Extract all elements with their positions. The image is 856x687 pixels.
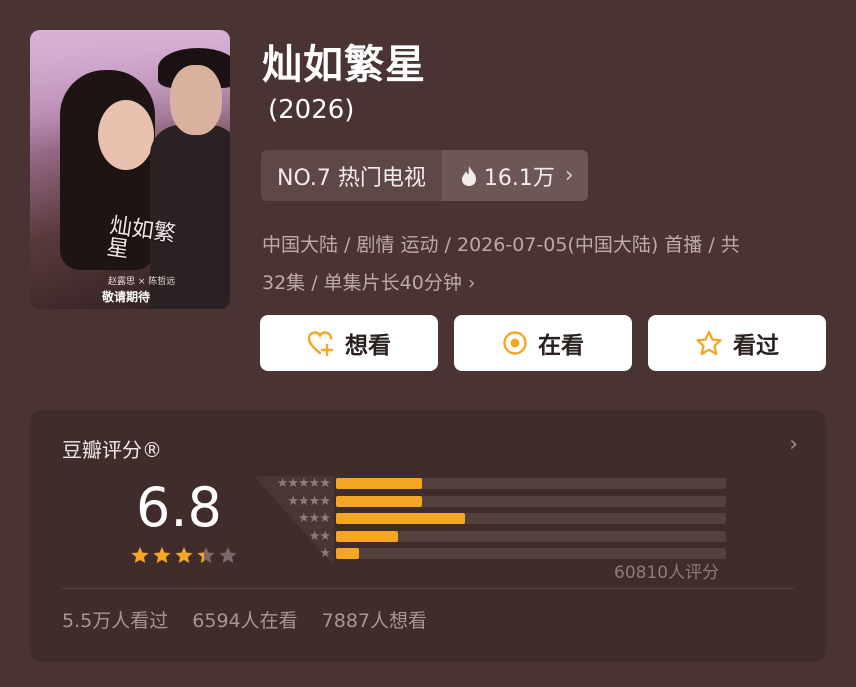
distribution-bar xyxy=(336,478,422,489)
metadata-line-1: 中国大陆 / 剧情 运动 / 2026-07-05(中国大陆) 首播 / 共 xyxy=(262,234,740,256)
ranking-pill[interactable]: NO.7 热门电视 16.1万 › xyxy=(261,150,588,201)
want-to-watch-label: 想看 xyxy=(345,333,391,359)
heat-indicator[interactable]: 16.1万 › xyxy=(441,150,588,201)
chevron-right-icon: › xyxy=(467,272,476,294)
show-metadata[interactable]: 中国大陆 / 剧情 运动 / 2026-07-05(中国大陆) 首播 / 共 3… xyxy=(262,226,822,302)
poster-image[interactable]: 灿如繁星 赵露思 × 陈哲远 敬请期待 xyxy=(30,30,230,309)
metadata-line-2-wrap: 32集 / 单集片长40分钟 › xyxy=(262,264,822,302)
distribution-bar xyxy=(336,548,360,559)
target-icon xyxy=(503,331,527,355)
rater-count: 60810人评分 xyxy=(614,563,720,583)
chevron-right-icon[interactable]: › xyxy=(789,432,798,457)
page-title: 灿如繁星 xyxy=(262,42,426,88)
distribution-star-label: ★ xyxy=(319,546,331,561)
star-icon xyxy=(197,547,215,563)
watching-count: 6594人在看 xyxy=(192,610,298,632)
watching-label: 在看 xyxy=(538,333,584,359)
watched-label: 看过 xyxy=(733,333,779,359)
distribution-star-label: ★★★★★ xyxy=(276,476,331,491)
rating-score: 6.8 xyxy=(136,476,222,539)
distribution-bar xyxy=(336,513,465,524)
distribution-bar-track xyxy=(336,530,726,542)
watching-button[interactable]: 在看 xyxy=(454,315,632,371)
star-outline-icon xyxy=(696,330,722,355)
distribution-star-label: ★★★★ xyxy=(287,493,331,509)
poster-badge: 敬请期待 xyxy=(102,290,151,304)
poster-title-calligraphy: 灿如繁星 xyxy=(105,213,178,263)
flame-icon xyxy=(461,165,476,186)
release-year: (2026) xyxy=(268,95,355,125)
distribution-bar-track xyxy=(336,513,726,524)
rating-title: 豆瓣评分® xyxy=(62,438,162,462)
star-icon xyxy=(131,547,149,563)
star-icon xyxy=(219,547,237,563)
star-icon xyxy=(175,547,193,563)
divider xyxy=(62,588,794,589)
distribution-bar-track xyxy=(336,478,726,489)
heat-value: 16.1万 xyxy=(483,165,555,191)
metadata-line-2: 32集 / 单集片长40分钟 xyxy=(262,272,462,294)
rating-stars xyxy=(130,546,238,564)
want-count: 7887人想看 xyxy=(321,610,428,632)
want-to-watch-button[interactable]: 想看 xyxy=(260,315,438,371)
watched-button[interactable]: 看过 xyxy=(648,315,826,371)
watched-count: 5.5万人看过 xyxy=(62,610,169,632)
heart-plus-icon xyxy=(307,331,334,356)
distribution-star-label: ★★ xyxy=(308,528,331,544)
distribution-bar-track xyxy=(336,495,726,507)
poster-face-male xyxy=(170,65,222,135)
distribution-star-label: ★★★ xyxy=(298,511,331,526)
chevron-right-icon: › xyxy=(564,163,574,188)
audience-stats: 5.5万人看过 6594人在看 7887人想看 xyxy=(62,606,445,633)
poster-face-female xyxy=(98,100,154,170)
distribution-bar xyxy=(336,495,422,507)
rating-card[interactable]: 豆瓣评分® › 6.8 ★★★★★ ★★★★ ★★★ ★★ ★ 60810人评分 5.5… xyxy=(30,410,826,662)
distribution-bar xyxy=(336,530,399,542)
star-icon xyxy=(153,547,171,563)
poster-cast-names: 赵露思 × 陈哲远 xyxy=(108,277,176,287)
rank-label: NO.7 热门电视 xyxy=(261,150,442,201)
